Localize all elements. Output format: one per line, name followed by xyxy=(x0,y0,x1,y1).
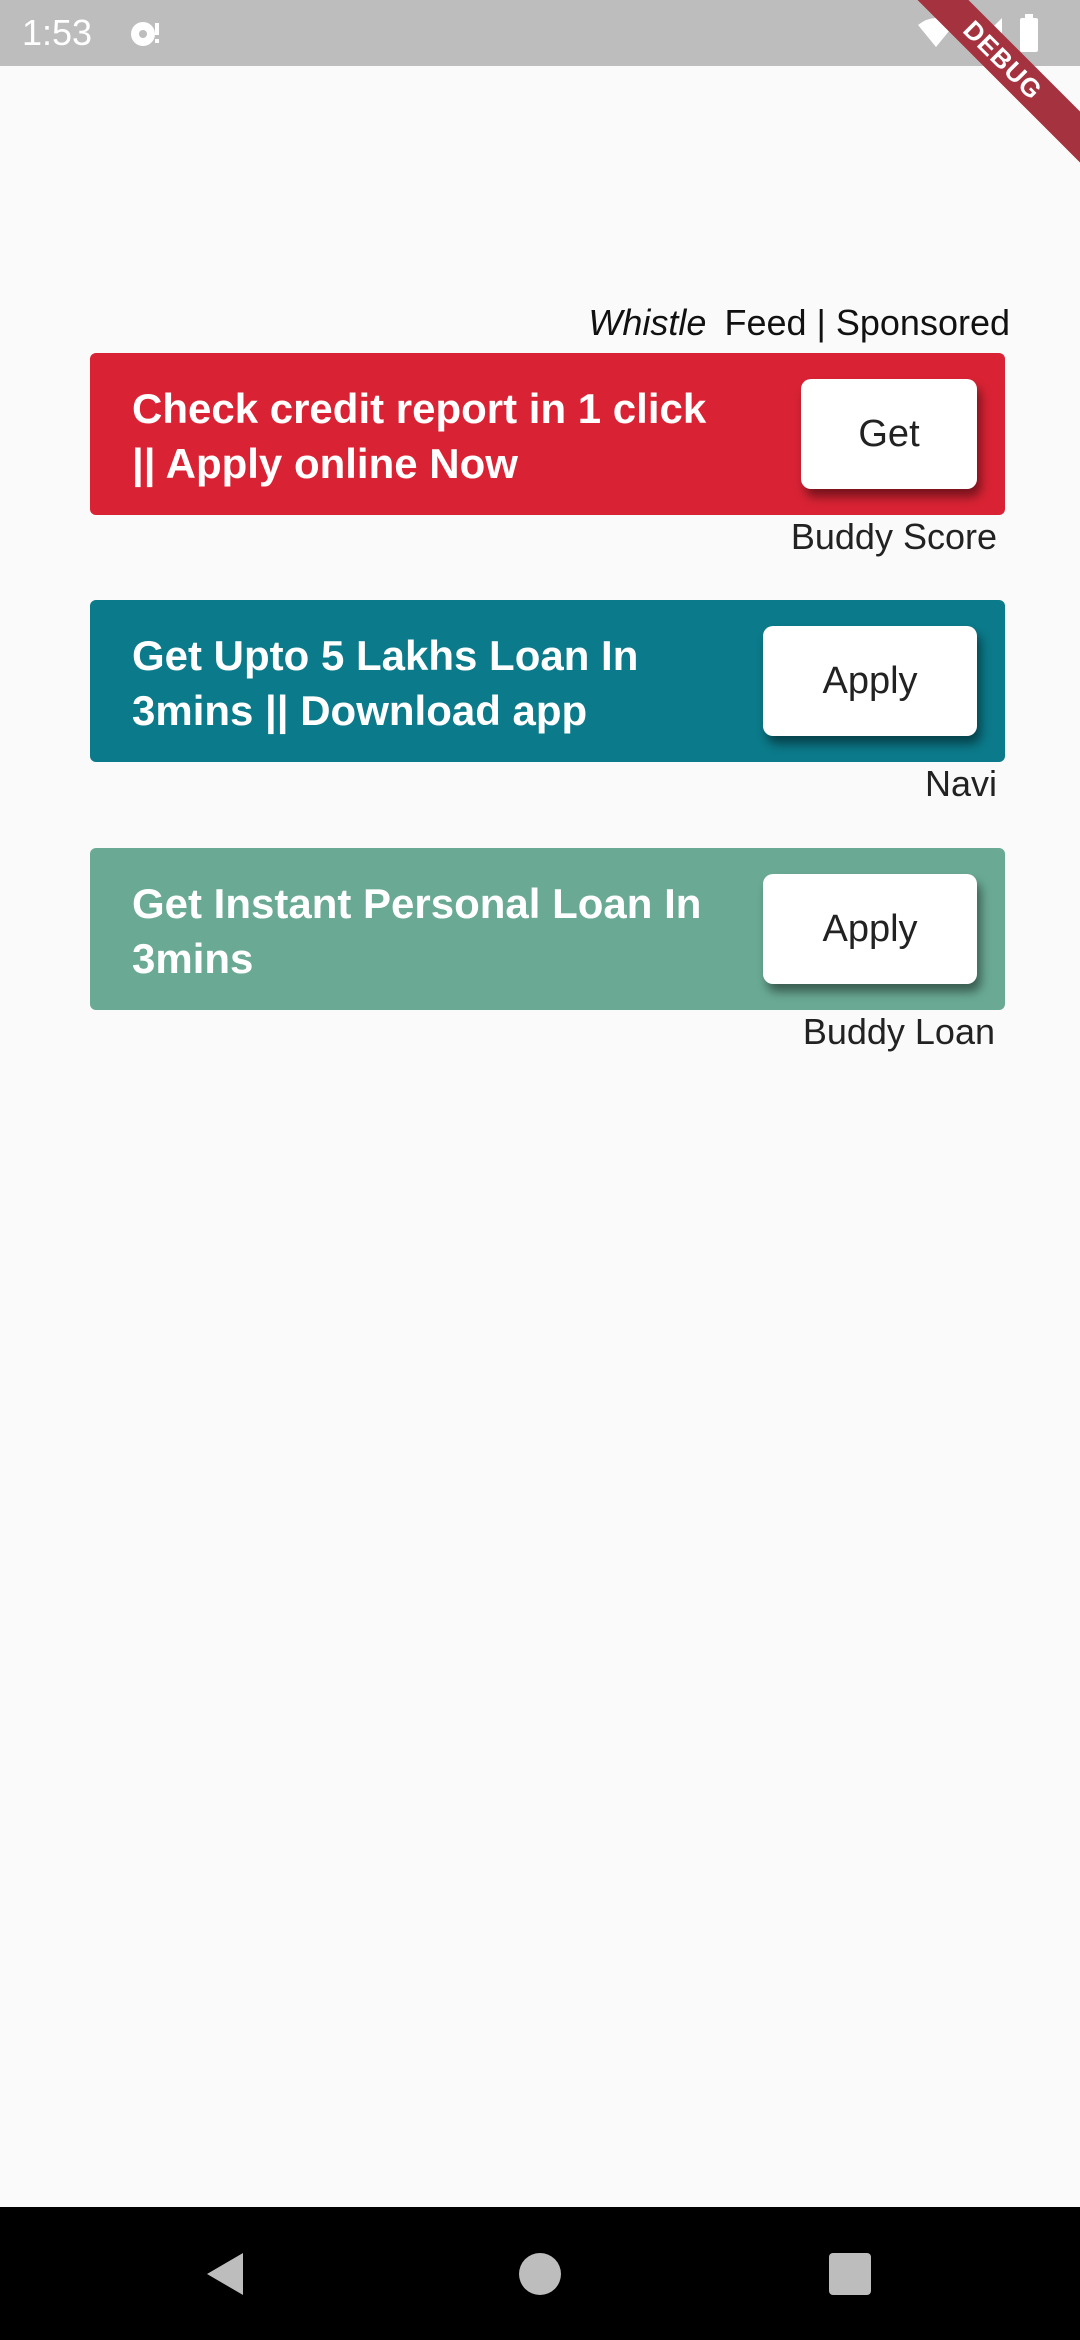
system-nav-bar xyxy=(0,2207,1080,2340)
ad-sponsor-name: Navi xyxy=(924,763,997,804)
apply-button[interactable]: Apply xyxy=(763,626,977,736)
feed-header: Whistle Feed | Sponsored xyxy=(588,300,1010,346)
status-time: 1:53 xyxy=(22,12,93,53)
wifi-icon xyxy=(918,18,954,47)
brand-name: Whistle xyxy=(588,302,707,343)
home-icon[interactable] xyxy=(515,2249,565,2299)
get-button[interactable]: Get xyxy=(801,379,977,489)
ad-card-navi[interactable]: Get Upto 5 Lakhs Loan In 3mins || Downlo… xyxy=(90,600,1005,762)
notification-icon xyxy=(131,22,159,46)
ad-sponsor-name: Buddy Loan xyxy=(802,1011,995,1052)
ad-headline: Check credit report in 1 click || Apply … xyxy=(132,385,707,487)
ad-sponsor-name: Buddy Score xyxy=(790,516,997,557)
feed-label: Feed | Sponsored xyxy=(724,302,1010,343)
ad-headline: Get Upto 5 Lakhs Loan In 3mins || Downlo… xyxy=(132,632,639,734)
status-icons xyxy=(916,14,1040,52)
signal-icon xyxy=(972,18,1002,48)
recents-icon[interactable] xyxy=(825,2249,875,2299)
status-bar: 1:53 DEBUG xyxy=(0,0,1080,169)
apply-button[interactable]: Apply xyxy=(763,874,977,984)
battery-icon xyxy=(1020,14,1038,52)
ad-card-buddy-loan[interactable]: Get Instant Personal Loan In 3mins Apply xyxy=(90,848,1005,1010)
ad-card-buddy-score[interactable]: Check credit report in 1 click || Apply … xyxy=(90,353,1005,515)
ad-headline: Get Instant Personal Loan In 3mins xyxy=(132,880,702,982)
back-icon[interactable] xyxy=(201,2249,251,2299)
app-screen: 1:53 DEBUG Whistle Feed | Sponsored Chec… xyxy=(0,0,1080,2340)
